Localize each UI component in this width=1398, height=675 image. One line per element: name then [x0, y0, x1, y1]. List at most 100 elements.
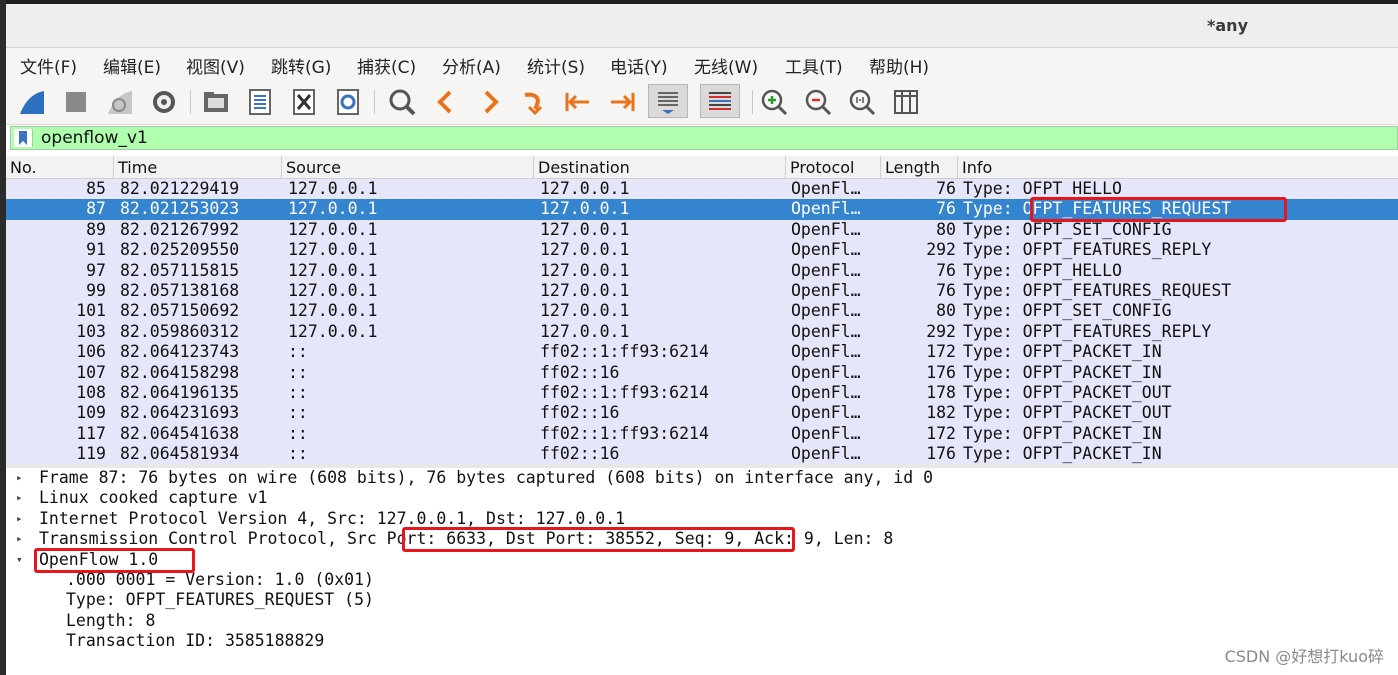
close-file-icon[interactable] [288, 86, 320, 118]
packet-destination: ff02::1:ff93:6214 [540, 382, 709, 402]
collapsed-arrow-icon[interactable]: ▸ [16, 529, 28, 549]
packet-protocol: OpenFl… [791, 321, 861, 341]
packet-time: 82.064196135 [120, 382, 240, 402]
column-header-length[interactable]: Length [881, 156, 958, 178]
packet-no: 91 [86, 240, 106, 260]
column-header-destination[interactable]: Destination [534, 156, 786, 178]
menu-bar: 文件(F) 编辑(E) 视图(V) 跳转(G) 捕获(C) 分析(A) 统计(S… [6, 48, 1398, 80]
column-header-protocol[interactable]: Protocol [786, 156, 881, 178]
display-filter-input[interactable]: openflow_v1 [41, 128, 148, 148]
menu-view[interactable]: 视图(V) [186, 53, 245, 78]
packet-info: Type: OFPT_PACKET_OUT [963, 382, 1172, 402]
column-header-info[interactable]: Info [958, 156, 1398, 178]
restart-capture-icon[interactable] [104, 86, 136, 118]
packet-row[interactable]: 109 82.064231693:: ff02::16 OpenFl… 182 Type:… [6, 403, 1398, 424]
packet-source: 127.0.0.1 [288, 199, 378, 219]
packet-protocol: OpenFl… [791, 179, 861, 198]
menu-telephony[interactable]: 电话(Y) [610, 53, 668, 78]
menu-wireless[interactable]: 无线(W) [694, 53, 758, 78]
collapsed-arrow-icon[interactable]: ▸ [16, 488, 28, 508]
packet-protocol: OpenFl… [791, 444, 861, 464]
menu-help[interactable]: 帮助(H) [869, 53, 929, 78]
packet-row[interactable]: 101 82.057150692 127.0.0.1 127.0.0.1 OpenFl…… [6, 301, 1398, 322]
stop-capture-icon[interactable] [60, 86, 92, 118]
collapsed-arrow-icon[interactable]: ▸ [16, 468, 28, 488]
packet-no: 85 [86, 179, 106, 198]
toolbar-separator [190, 90, 191, 114]
open-file-icon[interactable] [200, 86, 232, 118]
zoom-in-icon[interactable] [758, 86, 790, 118]
bookmark-icon[interactable] [14, 129, 33, 147]
menu-tools[interactable]: 工具(T) [785, 53, 843, 78]
find-packet-icon[interactable] [386, 86, 418, 118]
packet-destination: ff02::16 [540, 362, 620, 382]
packet-info: Type: OFPT_SET_CONFIG [963, 301, 1172, 321]
menu-edit[interactable]: 编辑(E) [103, 53, 161, 78]
highlight-features-request [1030, 197, 1287, 222]
go-first-icon[interactable] [562, 86, 594, 118]
capture-options-icon[interactable] [148, 86, 180, 118]
packet-info: Type: OFPT_PACKET_OUT [963, 403, 1172, 423]
autoscroll-icon[interactable] [648, 84, 688, 118]
packet-no: 106 [76, 342, 106, 362]
packet-row[interactable]: 117 82.064541638:: ff02::1:ff93:6214 OpenFl… [6, 423, 1398, 445]
packet-length: 292 [926, 240, 956, 260]
packet-length: 80 [936, 301, 956, 321]
go-back-icon[interactable] [430, 86, 462, 118]
reload-file-icon[interactable] [332, 86, 364, 118]
packet-row[interactable]: 119 82.064581934:: ff02::16 OpenFl… 176 Type:… [6, 444, 1398, 464]
packet-destination: 127.0.0.1 [540, 179, 630, 198]
packet-time: 82.021267992 [120, 219, 240, 239]
packet-source: 127.0.0.1 [288, 301, 378, 321]
resize-columns-icon[interactable] [890, 86, 922, 118]
packet-row[interactable]: 107 82.064158298:: ff02::16 OpenFl… 176 Type:… [6, 362, 1398, 383]
menu-file[interactable]: 文件(F) [20, 53, 77, 78]
packet-row[interactable]: 103 82.059860312 127.0.0.1 127.0.0.1 OpenFl…… [6, 321, 1398, 343]
go-to-packet-icon[interactable] [518, 86, 550, 118]
toolbar-separator [752, 90, 753, 114]
expanded-arrow-icon[interactable]: ▾ [16, 550, 28, 570]
packet-length: 292 [926, 321, 956, 341]
menu-capture[interactable]: 捕获(C) [357, 53, 416, 78]
column-header-time[interactable]: Time [114, 156, 282, 178]
packet-no: 87 [86, 199, 106, 219]
packet-source: :: [288, 444, 308, 464]
packet-row[interactable]: 99 82.057138168 127.0.0.1 127.0.0.1 OpenFl… 7… [6, 280, 1398, 302]
packet-row[interactable]: 106 82.064123743:: ff02::1:ff93:6214 OpenFl… [6, 342, 1398, 363]
collapsed-arrow-icon[interactable]: ▸ [16, 509, 28, 529]
normal-size-icon[interactable] [846, 86, 878, 118]
colorize-icon[interactable] [700, 84, 740, 118]
go-forward-icon[interactable] [474, 86, 506, 118]
packet-source: 127.0.0.1 [288, 179, 378, 198]
detail-text: Transaction ID: 3585188829 [66, 631, 325, 651]
watermark-text: CSDN @好想打kuo碎 [1224, 647, 1384, 666]
packet-no: 119 [76, 444, 106, 464]
menu-go[interactable]: 跳转(G) [271, 53, 331, 78]
menu-analyze[interactable]: 分析(A) [442, 53, 501, 78]
main-toolbar [6, 80, 1398, 125]
zoom-out-icon[interactable] [802, 86, 834, 118]
packet-destination: 127.0.0.1 [540, 240, 630, 260]
column-header-source[interactable]: Source [282, 156, 534, 178]
packet-row[interactable]: 108 82.064196135:: ff02::1:ff93:6214 OpenFl… [6, 382, 1398, 404]
packet-length: 178 [926, 382, 956, 402]
packet-source: 127.0.0.1 [288, 240, 378, 260]
column-header-no[interactable]: No. [6, 156, 114, 178]
packet-protocol: OpenFl… [791, 260, 861, 280]
packet-source: :: [288, 342, 308, 362]
toolbar-separator [374, 90, 375, 114]
packet-row[interactable]: 89 82.021267992 127.0.0.1 127.0.0.1 OpenFl… 8… [6, 219, 1398, 241]
packet-protocol: OpenFl… [791, 240, 861, 260]
packet-length: 172 [926, 423, 956, 443]
display-filter-bar[interactable]: openflow_v1 [10, 126, 1398, 150]
shark-fin-start-icon[interactable] [16, 86, 48, 118]
packet-destination: 127.0.0.1 [540, 280, 630, 300]
packet-list-header: No. Time Source Destination Protocol Len… [6, 156, 1398, 179]
packet-row[interactable]: 91 82.025209550 127.0.0.1 127.0.0.1 OpenFl… 2… [6, 240, 1398, 261]
menu-statistics[interactable]: 统计(S) [527, 53, 585, 78]
packet-row[interactable]: 97 82.057115815 127.0.0.1 127.0.0.1 OpenFl… 7… [6, 260, 1398, 281]
packet-destination: 127.0.0.1 [540, 321, 630, 341]
go-last-icon[interactable] [606, 86, 638, 118]
save-file-icon[interactable] [244, 86, 276, 118]
highlight-ports [402, 527, 795, 552]
